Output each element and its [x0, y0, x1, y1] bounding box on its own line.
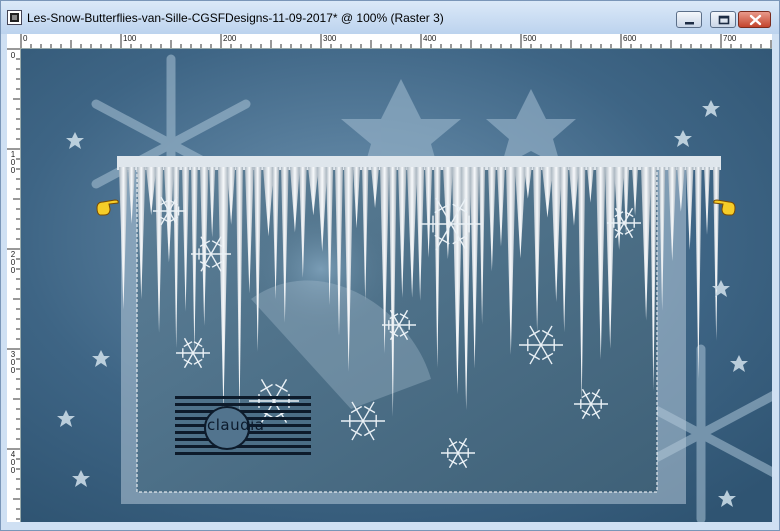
ruler-label: 0	[23, 34, 28, 43]
ruler-label: 1 0 0	[10, 150, 16, 175]
horizontal-ruler[interactable]: 0 100 200 300 400 500 600 700	[20, 34, 772, 49]
artwork	[21, 49, 772, 522]
minimize-icon	[685, 22, 694, 25]
watermark-signature: claudia	[175, 396, 311, 462]
ruler-label: 700	[723, 34, 737, 43]
close-button[interactable]	[738, 11, 771, 28]
ruler-label: 200	[223, 34, 237, 43]
window-title: Les-Snow-Butterflies-van-Sille-CGSFDesig…	[27, 11, 444, 25]
minimize-button[interactable]	[676, 11, 702, 28]
title-bar[interactable]: Les-Snow-Butterflies-van-Sille-CGSFDesig…	[1, 1, 779, 34]
ruler-label: 2 0 0	[10, 250, 16, 275]
ruler-label: 400	[423, 34, 437, 43]
ruler-label: 100	[123, 34, 137, 43]
ruler-label: 500	[523, 34, 537, 43]
ruler-label: 600	[623, 34, 637, 43]
close-icon	[749, 14, 762, 26]
ruler-label: 3 0 0	[10, 350, 16, 375]
maximize-button[interactable]	[710, 11, 736, 28]
ruler-label: 300	[323, 34, 337, 43]
pointing-hand-icon	[713, 199, 736, 216]
image-document-icon	[7, 10, 22, 25]
ruler-label: 4 0 0	[10, 450, 16, 475]
image-window: Les-Snow-Butterflies-van-Sille-CGSFDesig…	[0, 0, 780, 531]
image-canvas[interactable]: claudia	[21, 49, 772, 522]
vertical-ruler[interactable]: 0 1 0 0 2 0 0 3 0 0 4 0 0	[7, 48, 21, 522]
ruler-label: 0	[10, 51, 16, 60]
maximize-icon	[718, 15, 730, 25]
watermark-text: claudia	[207, 416, 265, 434]
pointing-hand-icon	[96, 199, 119, 216]
ruler-corner	[7, 34, 21, 49]
